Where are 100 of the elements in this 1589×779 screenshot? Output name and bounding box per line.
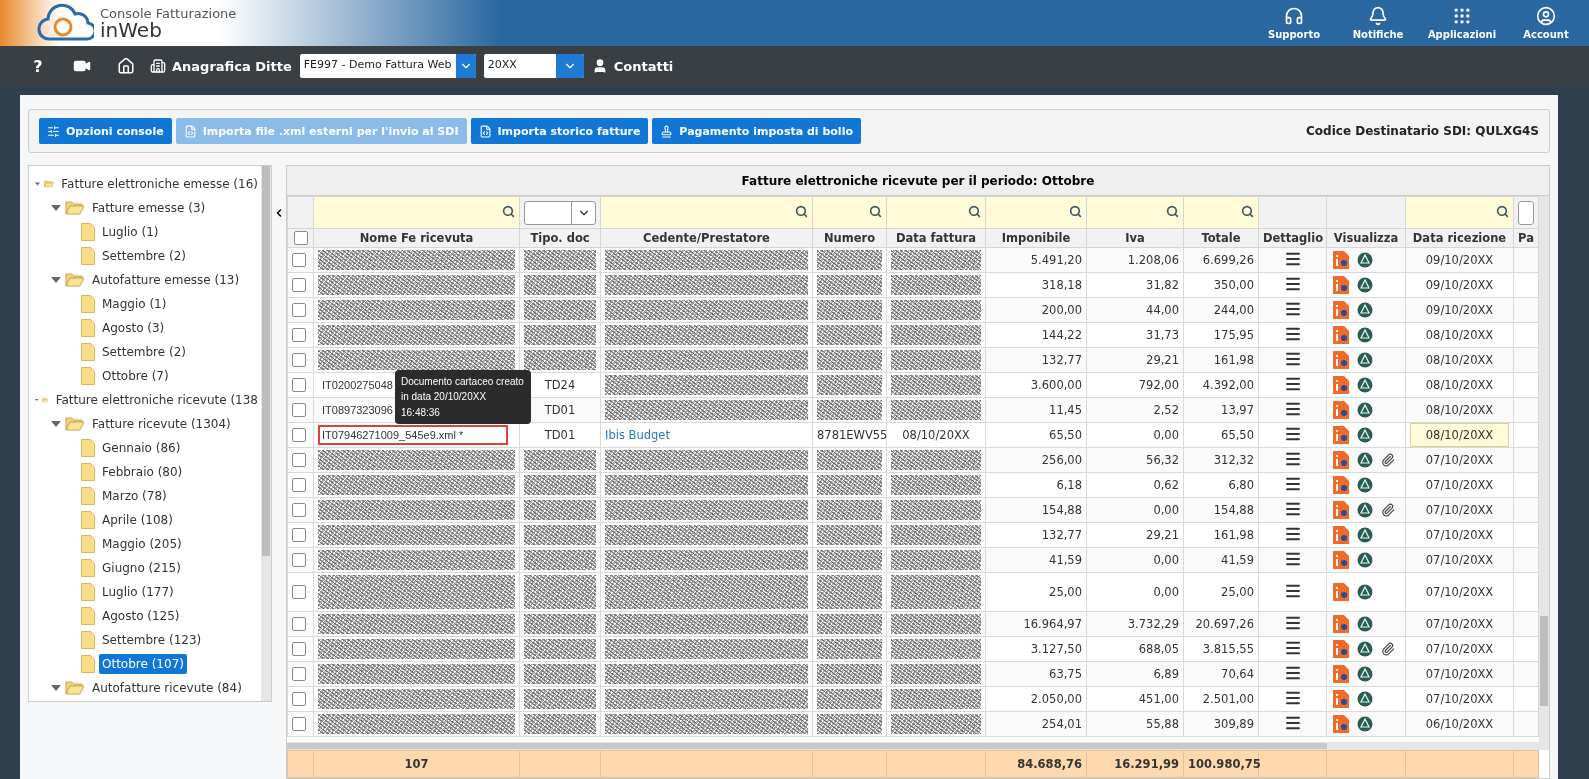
search-icon[interactable]: [869, 204, 882, 218]
filter-select[interactable]: [524, 200, 596, 225]
row-checkbox[interactable]: [292, 253, 306, 268]
row-checkbox[interactable]: [292, 353, 306, 368]
header-action[interactable]: Applicazioni: [1425, 0, 1499, 46]
search-icon[interactable]: [1166, 204, 1179, 218]
table-cell: 13,97: [1221, 403, 1254, 417]
search-icon[interactable]: [968, 204, 981, 218]
search-icon[interactable]: [1496, 204, 1509, 218]
row-checkbox[interactable]: [292, 403, 306, 418]
row-checkbox[interactable]: [292, 553, 306, 568]
page-icon: [81, 511, 95, 529]
tree-item[interactable]: Agosto (3): [35, 316, 261, 340]
row-checkbox[interactable]: [292, 378, 306, 393]
tree-item[interactable]: Fatture elettroniche emesse (16): [35, 172, 261, 196]
tree-item[interactable]: Settembre (2): [35, 244, 261, 268]
app-subtitle: inWeb: [100, 19, 162, 40]
toolbar-button[interactable]: Importa storico fatture: [470, 118, 649, 144]
e-invoice-icon[interactable]: [1333, 501, 1349, 519]
row-checkbox[interactable]: [292, 717, 306, 732]
search-icon[interactable]: [502, 204, 515, 218]
contacts-link[interactable]: Contatti: [613, 58, 674, 74]
e-invoice-icon[interactable]: [1333, 451, 1349, 469]
e-invoice-icon[interactable]: [1333, 351, 1349, 369]
paperclip-icon[interactable]: [1381, 642, 1395, 656]
scrollbar[interactable]: [1539, 196, 1549, 742]
tree-item[interactable]: Fatture emesse (3): [35, 196, 261, 220]
year-select[interactable]: 20XX: [483, 54, 584, 78]
row-checkbox[interactable]: [292, 528, 306, 543]
company-select[interactable]: FE997 - Demo Fattura Web: [299, 54, 476, 78]
e-invoice-icon[interactable]: [1333, 526, 1349, 544]
search-icon[interactable]: [1069, 204, 1082, 218]
e-invoice-icon[interactable]: [1333, 715, 1349, 733]
header-action[interactable]: Supporto: [1257, 0, 1331, 46]
select-all-checkbox[interactable]: [293, 231, 308, 246]
filter-input[interactable]: [1518, 200, 1534, 225]
header-action[interactable]: Account: [1509, 0, 1583, 46]
tree-item[interactable]: Maggio (1): [35, 292, 261, 316]
paperclip-icon[interactable]: [1381, 503, 1395, 517]
tree-item[interactable]: Gennaio (86): [35, 436, 261, 460]
e-invoice-icon[interactable]: [1333, 551, 1349, 569]
toolbar-button[interactable]: Opzioni console: [39, 118, 172, 144]
search-icon[interactable]: [795, 204, 808, 218]
e-invoice-icon[interactable]: [1333, 665, 1349, 683]
e-invoice-icon[interactable]: [1333, 640, 1349, 658]
e-invoice-icon[interactable]: [1333, 301, 1349, 319]
tree-item[interactable]: Luglio (177): [35, 580, 261, 604]
scrollbar[interactable]: [261, 166, 271, 701]
tree-item[interactable]: Agosto (125): [35, 604, 261, 628]
row-checkbox[interactable]: [292, 278, 306, 293]
redacted-noise: [817, 350, 882, 370]
tree-item[interactable]: Luglio (1): [35, 220, 261, 244]
row-checkbox[interactable]: [292, 617, 306, 632]
row-checkbox[interactable]: [292, 503, 306, 518]
e-invoice-icon[interactable]: [1333, 326, 1349, 344]
tree-item[interactable]: Settembre (2): [35, 340, 261, 364]
caret-icon[interactable]: [51, 419, 61, 429]
row-checkbox[interactable]: [292, 428, 306, 443]
e-invoice-icon[interactable]: [1333, 615, 1349, 633]
toolbar-button[interactable]: Pagamento imposta di bollo: [652, 118, 861, 144]
search-icon[interactable]: [1241, 204, 1254, 218]
caret-icon[interactable]: [51, 203, 61, 213]
e-invoice-icon[interactable]: [1333, 690, 1349, 708]
tree-item[interactable]: Marzo (78): [35, 484, 261, 508]
header-action[interactable]: Notifiche: [1341, 0, 1415, 46]
tree-item[interactable]: Ottobre (107): [35, 652, 261, 676]
tree-item[interactable]: Aprile (108): [35, 508, 261, 532]
tree-item[interactable]: Settembre (123): [35, 628, 261, 652]
e-invoice-icon[interactable]: [1333, 276, 1349, 294]
e-invoice-icon[interactable]: [1333, 376, 1349, 394]
e-invoice-icon[interactable]: [1333, 251, 1349, 269]
row-checkbox[interactable]: [292, 585, 306, 600]
help-button[interactable]: ?: [18, 50, 58, 82]
page-icon: [81, 535, 95, 553]
tree-item[interactable]: Fatture elettroniche ricevute (138: [35, 388, 261, 412]
tree-item[interactable]: Autofatture ricevute (84): [35, 676, 261, 700]
row-checkbox[interactable]: [292, 478, 306, 493]
tree-item[interactable]: Febbraio (80): [35, 460, 261, 484]
e-invoice-icon[interactable]: [1333, 401, 1349, 419]
tree-item[interactable]: Fatture ricevute (1304): [35, 412, 261, 436]
row-checkbox[interactable]: [292, 453, 306, 468]
row-checkbox[interactable]: [292, 667, 306, 682]
supplier-link[interactable]: Ibis Budget: [605, 428, 670, 442]
tree-item[interactable]: Maggio (205): [35, 532, 261, 556]
table-cell: 175,95: [1213, 328, 1254, 342]
paperclip-icon[interactable]: [1381, 453, 1395, 467]
e-invoice-icon[interactable]: [1333, 583, 1349, 601]
row-checkbox[interactable]: [292, 692, 306, 707]
row-checkbox[interactable]: [292, 328, 306, 343]
e-invoice-icon[interactable]: [1333, 426, 1349, 444]
e-invoice-icon[interactable]: [1333, 476, 1349, 494]
tree-item[interactable]: Autofatture emesse (13): [35, 268, 261, 292]
redacted-noise: [524, 325, 596, 345]
tree-item[interactable]: Giugno (215): [35, 556, 261, 580]
row-checkbox[interactable]: [292, 642, 306, 657]
scrollbar[interactable]: [287, 742, 1549, 750]
caret-icon[interactable]: [51, 275, 61, 285]
tree-item[interactable]: Ottobre (7): [35, 364, 261, 388]
caret-icon[interactable]: [51, 683, 61, 693]
row-checkbox[interactable]: [292, 303, 306, 318]
